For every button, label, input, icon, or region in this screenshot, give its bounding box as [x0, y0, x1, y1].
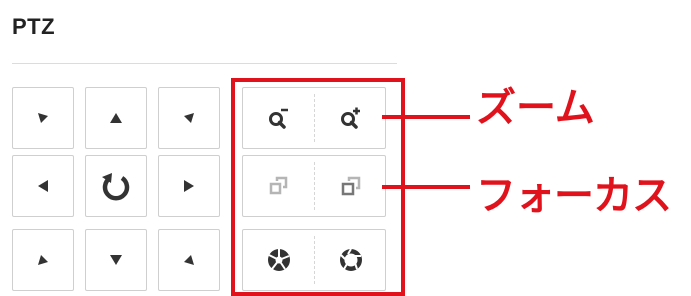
pan-down-right-button[interactable]: [12, 87, 74, 149]
panel-title: PTZ: [12, 14, 56, 39]
arrow-up-right-icon: [38, 255, 48, 265]
annotation-highlight-box: [231, 78, 405, 296]
focus-callout-line: [382, 185, 470, 189]
tilt-down-button[interactable]: [85, 229, 147, 291]
pan-left-button[interactable]: [12, 155, 74, 217]
reset-position-button[interactable]: [85, 155, 147, 217]
arrow-up-icon: [110, 113, 122, 123]
tilt-up-button[interactable]: [85, 87, 147, 149]
focus-annotation-label: フォーカス: [476, 173, 672, 219]
arrow-right-icon: [184, 180, 194, 192]
zoom-callout-line: [382, 115, 470, 119]
pan-up-left-button[interactable]: [158, 229, 220, 291]
arrow-down-icon: [110, 255, 122, 265]
zoom-annotation-label: ズーム: [476, 85, 595, 131]
title-divider: [12, 63, 397, 64]
pan-up-right-button[interactable]: [12, 229, 74, 291]
pan-down-left-button[interactable]: [158, 87, 220, 149]
pan-right-button[interactable]: [158, 155, 220, 217]
arrow-left-icon: [38, 180, 48, 192]
arrow-up-left-icon: [184, 255, 194, 265]
reset-rotate-icon: [102, 173, 130, 201]
arrow-down-left-icon: [184, 113, 194, 123]
arrow-down-right-icon: [38, 113, 48, 123]
